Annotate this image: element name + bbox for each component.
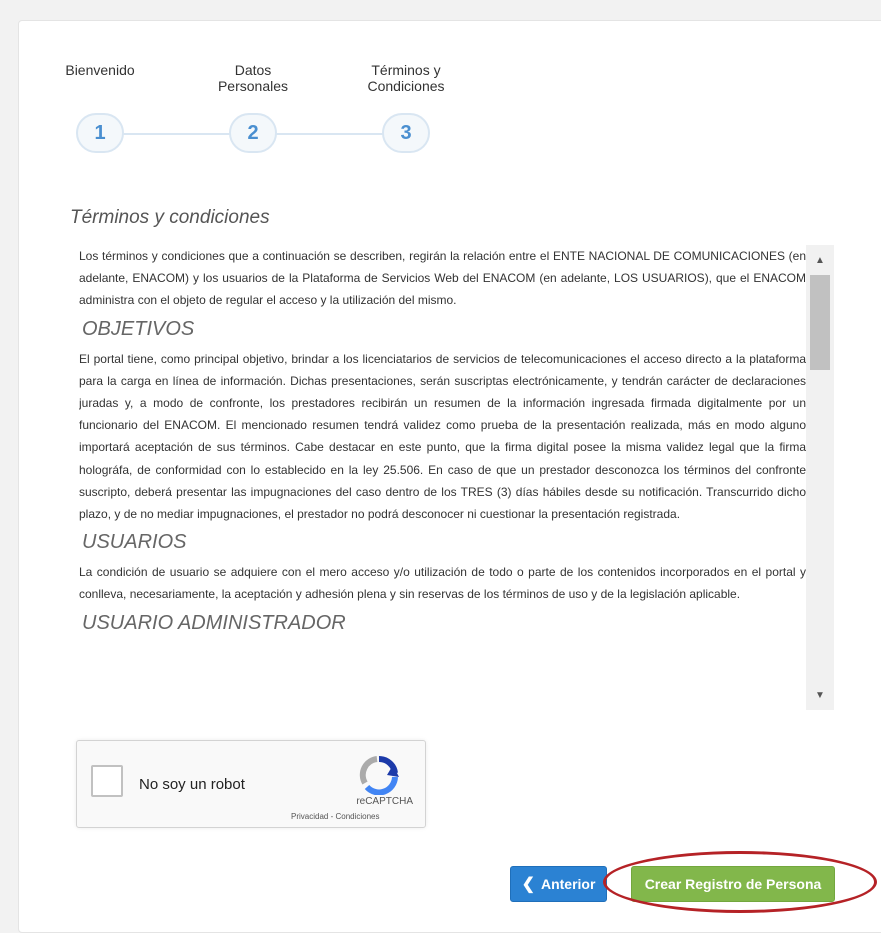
step-label-datos-personales: Datos Personales xyxy=(217,62,289,94)
step-label-terminos: Términos y Condiciones xyxy=(367,62,445,94)
section-heading-usuarios: USUARIOS xyxy=(82,531,187,554)
terms-scroll-area[interactable]: Los términos y condiciones que a continu… xyxy=(79,245,806,710)
recaptcha-brand: reCAPTCHA xyxy=(356,796,413,807)
section-heading-objetivos: OBJETIVOS xyxy=(82,317,195,340)
recaptcha-logo-icon xyxy=(359,755,399,795)
step-1-circle[interactable]: 1 xyxy=(76,113,124,153)
step-label-bienvenido: Bienvenido xyxy=(65,62,135,78)
section-body-usuarios: La condición de usuario se adquiere con … xyxy=(79,565,806,602)
step-connector xyxy=(276,133,384,135)
step-2-circle[interactable]: 2 xyxy=(229,113,277,153)
recaptcha-checkbox[interactable] xyxy=(91,765,123,797)
section-heading-usuario-administrador: USUARIO ADMINISTRADOR xyxy=(82,611,346,634)
chevron-left-icon: ❮ xyxy=(521,876,535,893)
create-registration-button[interactable]: Crear Registro de Persona xyxy=(631,866,835,902)
section-body-objetivos: El portal tiene, como principal objetivo… xyxy=(79,351,806,522)
step-3-circle[interactable]: 3 xyxy=(382,113,430,153)
create-button-label: Crear Registro de Persona xyxy=(644,876,822,892)
scroll-thumb[interactable] xyxy=(810,275,830,370)
recaptcha-widget: No soy un robot reCAPTCHA Privacidad - C… xyxy=(76,740,426,828)
previous-button[interactable]: ❮ Anterior xyxy=(510,866,607,902)
terms-intro: Los términos y condiciones que a continu… xyxy=(79,249,806,308)
scroll-down-arrow-icon[interactable]: ▼ xyxy=(806,684,834,706)
step-connector xyxy=(122,133,230,135)
recaptcha-label: No soy un robot xyxy=(139,776,245,793)
previous-button-label: Anterior xyxy=(540,876,596,892)
recaptcha-privacy-links[interactable]: Privacidad - Condiciones xyxy=(291,812,380,821)
terms-scrollbar[interactable]: ▲ ▼ xyxy=(806,245,834,710)
terms-title: Términos y condiciones xyxy=(70,207,270,228)
scroll-up-arrow-icon[interactable]: ▲ xyxy=(806,249,834,271)
